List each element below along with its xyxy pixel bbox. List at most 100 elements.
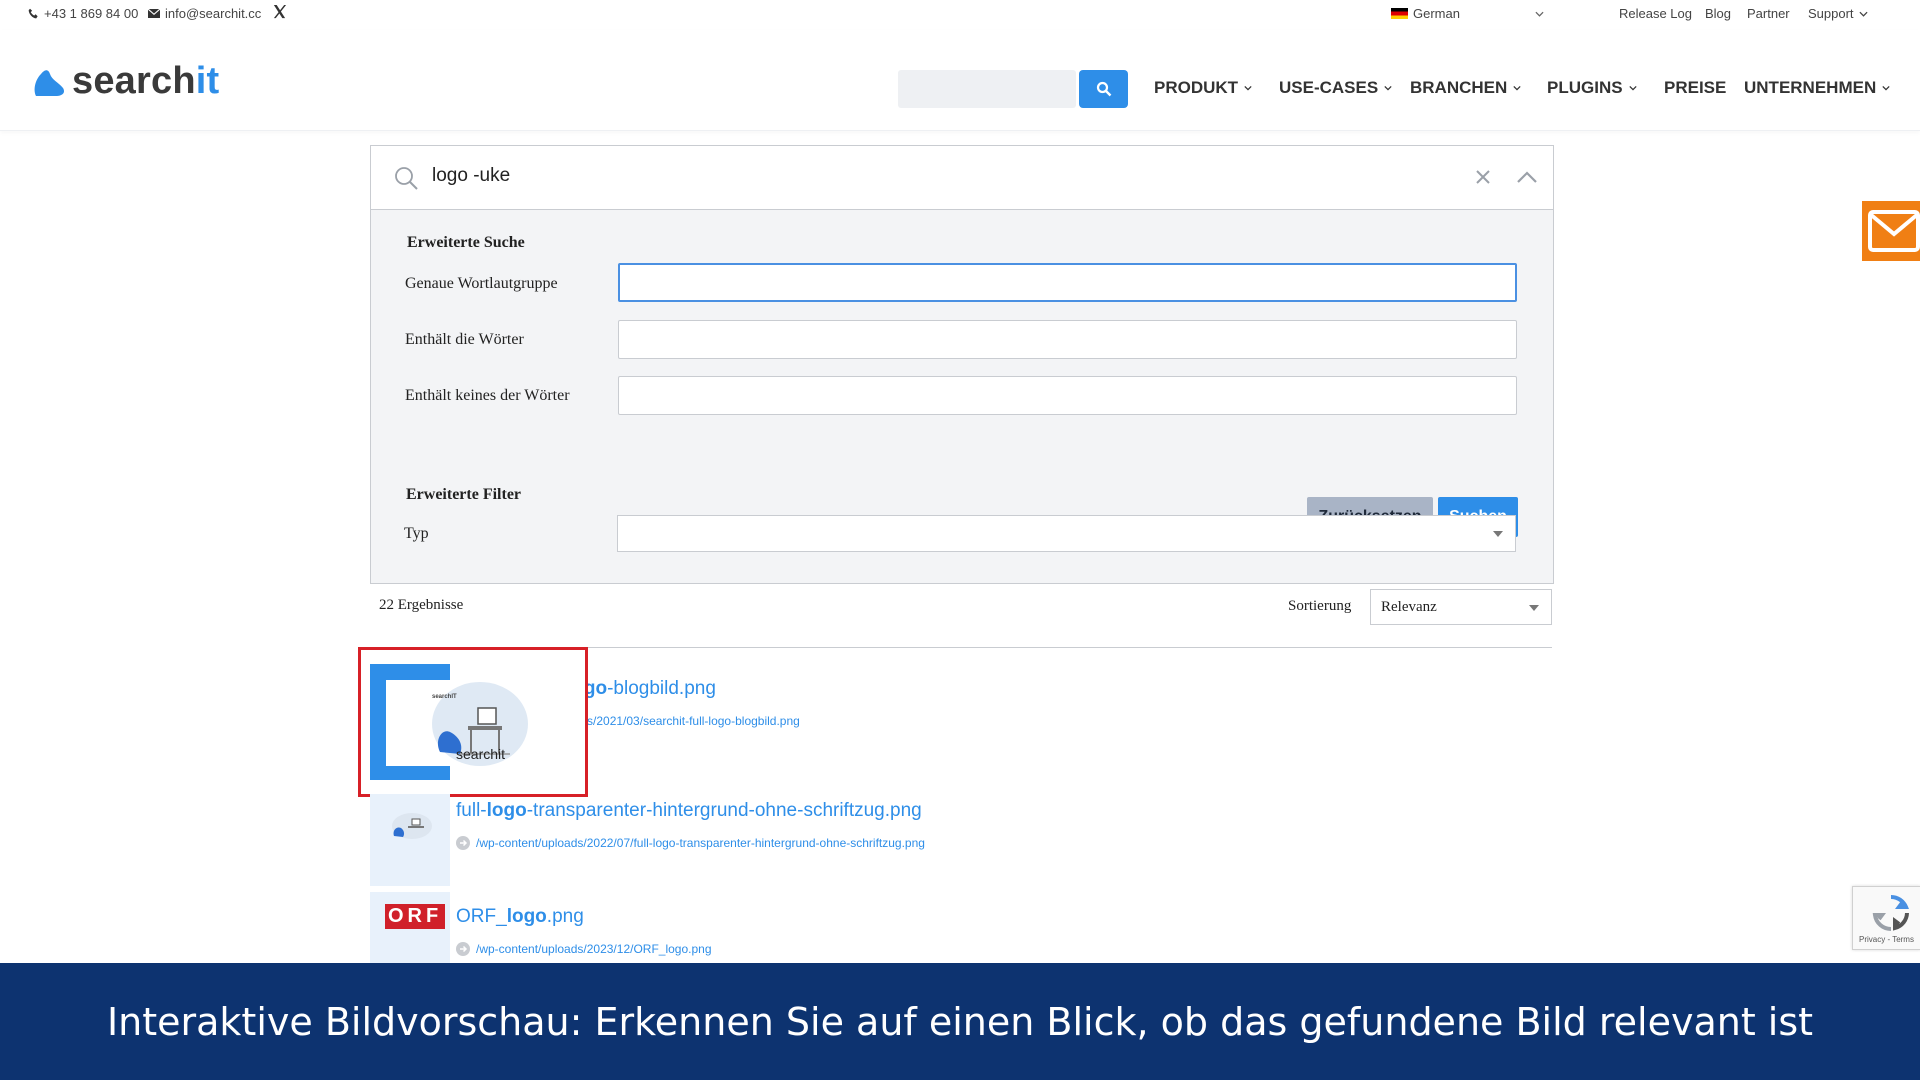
result-2-title[interactable]: full-logo-transparenter-hintergrund-ohne… [456,800,922,822]
caret-down-icon [1529,605,1539,611]
result-2-title-post: -transparenter-hintergrund-ohne-schriftz… [526,800,922,821]
partner-link[interactable]: Partner [1747,6,1790,21]
caret-down-icon [1493,531,1503,537]
exact-phrase-input[interactable] [618,263,1517,302]
recaptcha-icon [1872,894,1909,932]
release-log-link[interactable]: Release Log [1619,6,1692,21]
recaptcha-badge[interactable]: Privacy - Terms [1852,886,1920,950]
chevron-down-icon [1535,11,1544,17]
header-search-input[interactable] [898,70,1076,108]
partner-label: Partner [1747,6,1790,21]
result-1-url-text: oads/2021/03/searchit-full-logo-blogbild… [567,714,800,728]
nav-plugins[interactable]: PLUGINS [1547,78,1637,98]
result-3-title-post: .png [546,906,584,927]
header-search-button[interactable] [1079,70,1128,108]
caption-banner: Interaktive Bildvorschau: Erkennen Sie a… [0,963,1920,1080]
blog-label: Blog [1705,6,1732,21]
logo-main-text: search [72,60,196,102]
search-icon [395,167,418,190]
orf-logo: ORF [385,904,446,929]
result-3-title-highlight: logo [506,906,547,927]
caption-text: Interaktive Bildvorschau: Erkennen Sie a… [106,999,1814,1044]
chevron-down-icon [1384,85,1392,91]
contains-words-input[interactable] [618,320,1517,359]
chevron-down-icon [1628,85,1637,91]
result-3-title-pre: ORF_ [456,906,507,927]
highlight-box [358,647,588,797]
nav-plugins-label: PLUGINS [1547,78,1623,97]
sort-select[interactable]: Relevanz [1370,589,1552,625]
excludes-words-input[interactable] [618,376,1517,415]
result-3-title[interactable]: ORF_logo.png [456,906,584,928]
envelope-icon [1868,210,1920,252]
chevron-down-icon [1513,85,1521,91]
nav-preise[interactable]: PREISE [1664,78,1726,98]
site-header: searchit PRODUKT USE-CASES BRANCHEN PLUG… [0,30,1920,131]
recaptcha-text: Privacy - Terms [1859,935,1914,944]
result-3-url-text: /wp-content/uploads/2023/12/ORF_logo.png [476,942,712,956]
phone-icon [28,8,38,19]
contact-mail-tab[interactable] [1862,201,1920,261]
advanced-filters-heading: Erweiterte Filter [406,486,522,503]
chevron-down-icon [1859,11,1868,17]
result-1-title[interactable]: logo-blogbild.png [567,678,716,700]
result-2-url-text: /wp-content/uploads/2022/07/full-logo-tr… [476,836,925,850]
result-1-url[interactable]: oads/2021/03/searchit-full-logo-blogbild… [567,714,800,728]
nav-branchen[interactable]: BRANCHEN [1410,78,1521,98]
query-input[interactable]: logo -uke [432,165,510,187]
searchit-logo[interactable]: searchit [32,60,219,103]
arrow-circle-icon [456,942,470,956]
nav-branchen-label: BRANCHEN [1410,78,1508,97]
chevron-down-icon [1882,85,1890,91]
chevron-up-icon[interactable] [1516,171,1538,183]
nav-produkt[interactable]: PRODUKT [1154,78,1252,98]
nav-use-cases-label: USE-CASES [1279,78,1379,97]
logo-accent-text: it [195,60,220,102]
chevron-down-icon [1244,85,1252,91]
close-icon[interactable] [1475,169,1491,185]
result-3-thumbnail[interactable]: ORF [370,892,450,963]
excludes-words-label: Enthält keines der Wörter [405,387,570,404]
search-icon [1096,81,1111,97]
nav-unternehmen-label: UNTERNEHMEN [1744,78,1877,97]
type-label: Typ [404,525,429,542]
phone-number: +43 1 869 84 00 [44,6,139,21]
language-label: German [1413,6,1460,21]
beanbag-logo-icon [34,69,65,96]
orf-logo-text: ORF [385,904,446,929]
beanbag-desk-thumb-icon [392,813,432,839]
phone-link[interactable]: +43 1 869 84 00 [28,6,138,21]
exact-phrase-label: Genaue Wortlautgruppe [405,275,558,292]
sort-select-value: Relevanz [1381,599,1437,615]
email-link[interactable]: info@searchit.cc [148,6,261,21]
arrow-circle-icon [456,836,470,850]
result-2-title-highlight: logo [486,800,527,821]
email-address: info@searchit.cc [165,6,262,21]
blog-link[interactable]: Blog [1705,6,1731,21]
nav-use-cases[interactable]: USE-CASES [1279,78,1392,98]
result-1-title-post: -blogbild.png [607,678,716,699]
release-log-label: Release Log [1619,6,1692,21]
nav-preise-label: PREISE [1664,78,1727,97]
x-twitter-icon [273,4,287,19]
mail-icon [148,9,160,18]
support-label: Support [1808,6,1854,21]
x-twitter-link[interactable] [272,4,287,19]
logo-wordmark: searchit [72,60,219,103]
nav-unternehmen[interactable]: UNTERNEHMEN [1744,78,1890,98]
query-bar: logo -uke [371,146,1553,210]
result-3-url[interactable]: /wp-content/uploads/2023/12/ORF_logo.png [456,942,712,956]
contains-words-label: Enthält die Wörter [405,331,524,348]
result-2-url[interactable]: /wp-content/uploads/2022/07/full-logo-tr… [456,836,925,850]
nav-produkt-label: PRODUKT [1154,78,1239,97]
type-select[interactable] [617,515,1516,552]
advanced-search-heading: Erweiterte Suche [407,234,525,251]
top-utility-bar: +43 1 869 84 00 info@searchit.cc German … [0,0,1920,30]
german-flag-icon [1391,8,1408,19]
result-2-title-pre: full- [456,800,487,821]
language-select[interactable]: German [1391,6,1544,21]
support-menu[interactable]: Support [1808,6,1868,21]
sort-label: Sortierung [1288,598,1352,614]
result-2-thumbnail[interactable] [370,794,450,886]
results-count: 22 Ergebnisse [379,597,464,613]
